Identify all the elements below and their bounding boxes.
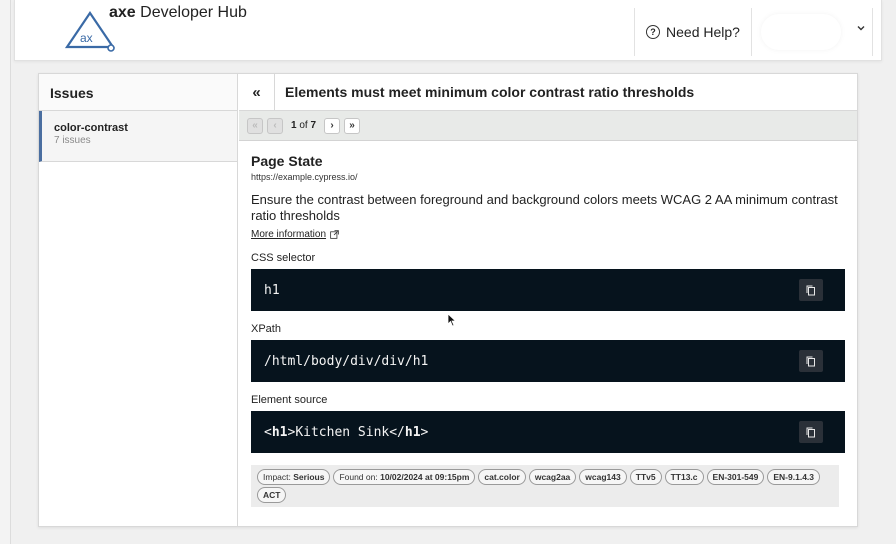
issues-heading: Issues (39, 74, 237, 111)
chevron-down-icon (857, 26, 865, 31)
avatar (761, 14, 841, 50)
page-total: 7 (310, 120, 317, 131)
xpath-code: /html/body/div/div/h1 (251, 340, 845, 382)
more-information-link[interactable]: More information (251, 229, 326, 240)
issue-tag: ACT (257, 487, 287, 503)
sidebar-item-color-contrast[interactable]: color-contrast 7 issues (39, 111, 237, 162)
product-name: Developer Hub (140, 4, 247, 21)
copy-icon[interactable] (799, 279, 823, 301)
external-link-icon[interactable] (330, 230, 339, 239)
copy-icon[interactable] (799, 350, 823, 372)
issue-tag: Found on: 10/02/2024 at 09:15pm (333, 469, 476, 485)
copy-icon[interactable] (799, 421, 823, 443)
page-of: of (299, 120, 308, 131)
user-menu-button[interactable] (755, 8, 873, 56)
rule-title: Elements must meet minimum color contras… (285, 84, 695, 100)
prev-page-icon[interactable]: ‹ (267, 117, 283, 134)
element-source-value: <h1>Kitchen Sink</h1> (264, 424, 429, 440)
issues-panel: Issues color-contrast 7 issues « Element… (38, 73, 858, 527)
issue-tag: TT13.c (664, 469, 704, 485)
page-current: 1 (291, 120, 297, 131)
issue-tag: EN-301-549 (706, 469, 765, 485)
issue-topbar: « Elements must meet minimum color contr… (239, 73, 857, 111)
svg-text:ax: ax (80, 31, 93, 45)
brand-name: axe (109, 4, 136, 21)
element-source-label: Element source (251, 394, 328, 406)
issue-tag: wcag2aa (528, 469, 577, 485)
issue-pager: « ‹ 1 of 7 › » (239, 111, 857, 141)
first-page-icon[interactable]: « (247, 117, 263, 134)
app-header: ax axe Developer Hub ? Need Help? (14, 0, 882, 61)
xpath-value: /html/body/div/div/h1 (264, 353, 429, 369)
issue-count: 7 issues (54, 135, 91, 146)
issue-detail: « Elements must meet minimum color contr… (239, 73, 857, 526)
last-page-icon[interactable]: » (344, 117, 361, 134)
issue-tag: TTv5 (629, 469, 662, 485)
issues-sidebar: Issues color-contrast 7 issues (39, 74, 238, 526)
page-url: https://example.cypress.io/ (251, 172, 358, 182)
css-selector-value: h1 (264, 282, 280, 298)
page-indicator: 1 of 7 (291, 120, 316, 131)
xpath-label: XPath (251, 323, 281, 335)
issue-body: Page State https://example.cypress.io/ E… (239, 141, 857, 507)
issue-tag: cat.color (478, 469, 526, 485)
help-circle-icon: ? (646, 25, 661, 39)
issue-tag: wcag143 (579, 469, 627, 485)
issue-tag: Impact: Serious (257, 469, 331, 485)
app-title: axe Developer Hub (109, 4, 247, 22)
issue-description: Ensure the contrast between foreground a… (251, 192, 838, 223)
more-information: More information (251, 229, 845, 240)
need-help-button[interactable]: ? Need Help? (634, 8, 752, 56)
issue-tags: Impact: Serious Found on: 10/02/2024 at 0… (251, 465, 839, 507)
element-source-code: <h1>Kitchen Sink</h1> (251, 411, 845, 453)
css-selector-label: CSS selector (251, 252, 316, 264)
page-state-title: Page State (251, 153, 323, 169)
issue-tag: EN-9.1.4.3 (767, 469, 821, 485)
mouse-cursor-icon (447, 313, 457, 327)
css-selector-code: h1 (251, 269, 845, 311)
need-help-label: Need Help? (666, 24, 740, 40)
collapse-icon[interactable]: « (239, 73, 275, 111)
issue-rule-name: color-contrast (54, 122, 128, 134)
next-page-icon[interactable]: › (324, 117, 341, 134)
